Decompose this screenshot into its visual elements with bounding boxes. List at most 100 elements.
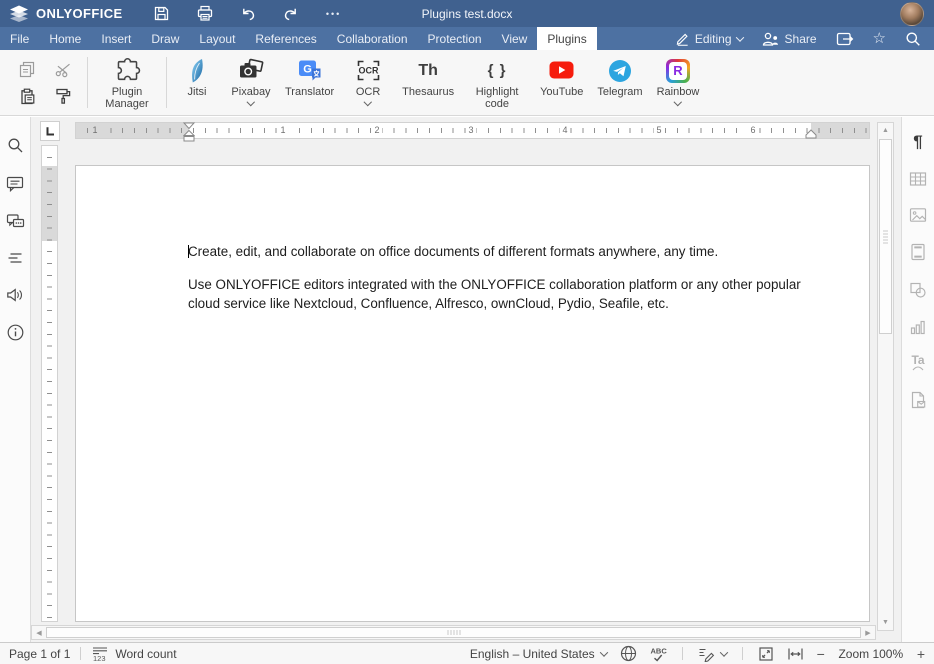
- horizontal-scroll-thumb[interactable]: [46, 627, 861, 638]
- plugin-label: YouTube: [540, 86, 583, 98]
- page-number-label: Page 1 of 1: [9, 647, 70, 661]
- app-logo[interactable]: ONLYOFFICE: [9, 5, 123, 23]
- mail-merge-settings-icon[interactable]: [909, 391, 927, 409]
- text-art-settings-icon[interactable]: Ta: [911, 355, 924, 371]
- highlight-code-icon: { }: [488, 55, 507, 86]
- user-avatar[interactable]: [900, 2, 924, 26]
- paragraph[interactable]: Create, edit, and collaborate on office …: [188, 242, 810, 261]
- plugin-manager-button[interactable]: Plugin Manager: [91, 50, 163, 115]
- menu-insert[interactable]: Insert: [91, 27, 141, 50]
- chevron-down-icon: [364, 98, 372, 106]
- plugin-button-telegram[interactable]: Telegram: [590, 50, 649, 115]
- word-count-label: Word count: [115, 647, 176, 661]
- document-language-selector[interactable]: English – United States: [470, 647, 607, 661]
- ruler-number: 1: [89, 124, 100, 137]
- vertical-scroll-thumb[interactable]: [879, 139, 892, 334]
- document-page[interactable]: Create, edit, and collaborate on office …: [75, 165, 870, 622]
- track-changes-icon: [698, 646, 715, 662]
- plugin-label: Translator: [285, 86, 334, 98]
- vertical-ruler[interactable]: [41, 145, 58, 622]
- scroll-up-arrow-icon[interactable]: ▲: [878, 123, 893, 138]
- plugin-button-pixabay[interactable]: Pixabay: [224, 50, 278, 115]
- navigation-headings-icon[interactable]: [7, 251, 24, 265]
- image-settings-icon[interactable]: [909, 207, 927, 223]
- ruler-ticks: [47, 146, 52, 621]
- open-file-location-button[interactable]: [836, 31, 854, 47]
- menu-collaboration[interactable]: Collaboration: [327, 27, 418, 50]
- zoom-in-button[interactable]: +: [917, 646, 925, 662]
- plugin-button-jitsi[interactable]: Jitsi: [170, 50, 224, 115]
- chat-icon[interactable]: [6, 213, 25, 230]
- cut-icon[interactable]: [54, 60, 72, 78]
- zoom-out-button[interactable]: −: [817, 646, 825, 662]
- menu-file[interactable]: File: [0, 27, 39, 50]
- plugin-button-translator[interactable]: G Translator: [278, 50, 341, 115]
- paragraph-settings-icon[interactable]: ¶: [913, 133, 922, 151]
- plugin-button-thesaurus[interactable]: Th Thesaurus: [395, 50, 461, 115]
- paragraph[interactable]: Use ONLYOFFICE editors integrated with t…: [188, 275, 810, 313]
- scroll-right-arrow-icon[interactable]: ▶: [861, 626, 875, 639]
- plugin-label: Pixabay: [231, 86, 270, 98]
- fit-to-page-button[interactable]: [758, 646, 774, 662]
- plugin-button-highlight-code[interactable]: { } Highlight code: [461, 50, 533, 115]
- svg-text:ABC: ABC: [650, 646, 667, 655]
- format-painter-icon[interactable]: [54, 87, 72, 105]
- right-indent-marker[interactable]: [805, 129, 817, 139]
- save-button[interactable]: [153, 5, 171, 23]
- toolbar-divider: [166, 57, 167, 108]
- word-count-button[interactable]: 123 Word count: [91, 646, 176, 662]
- plugin-button-youtube[interactable]: YouTube: [533, 50, 590, 115]
- scroll-left-arrow-icon[interactable]: ◀: [32, 626, 46, 639]
- editing-mode-label: Editing: [695, 32, 732, 46]
- ruler-number: 5: [653, 124, 664, 137]
- undo-button[interactable]: [239, 5, 257, 23]
- share-button[interactable]: Share: [762, 32, 817, 46]
- plugin-label: Telegram: [597, 86, 642, 98]
- spell-check-icon[interactable]: ABC: [650, 646, 667, 662]
- more-actions-button[interactable]: •••: [325, 5, 343, 23]
- menu-view[interactable]: View: [492, 27, 538, 50]
- set-language-globe-icon[interactable]: [620, 645, 637, 662]
- plugin-button-rainbow[interactable]: R Rainbow: [650, 50, 707, 115]
- chart-settings-icon[interactable]: [909, 319, 927, 335]
- menu-layout[interactable]: Layout: [189, 27, 245, 50]
- favorite-star-icon[interactable]: ☆: [873, 31, 886, 46]
- editing-mode-button[interactable]: Editing: [675, 31, 743, 46]
- horizontal-ruler[interactable]: 1 1 2 3 4 5 6: [75, 122, 870, 139]
- page-number-indicator[interactable]: Page 1 of 1: [9, 647, 70, 661]
- indent-markers[interactable]: [183, 122, 195, 144]
- track-changes-button[interactable]: [698, 646, 727, 662]
- svg-text:123: 123: [93, 654, 106, 662]
- menu-protection[interactable]: Protection: [418, 27, 492, 50]
- copy-icon[interactable]: [18, 60, 36, 78]
- print-button[interactable]: [196, 5, 214, 23]
- paste-icon[interactable]: [18, 87, 36, 105]
- ruler-number: 3: [465, 124, 476, 137]
- vertical-scrollbar[interactable]: ▲ ▼: [877, 122, 894, 631]
- table-settings-icon[interactable]: [909, 171, 927, 187]
- plugin-label: Highlight code: [468, 86, 526, 110]
- chevron-down-icon: [735, 33, 743, 41]
- document-text[interactable]: Create, edit, and collaborate on office …: [188, 242, 810, 327]
- jitsi-icon: [186, 55, 208, 86]
- menu-home[interactable]: Home: [39, 27, 91, 50]
- search-button[interactable]: [905, 31, 921, 47]
- menu-bar: File Home Insert Draw Layout References …: [0, 27, 934, 50]
- fit-to-width-button[interactable]: [787, 647, 804, 661]
- header-footer-settings-icon[interactable]: [910, 243, 926, 261]
- redo-button[interactable]: [282, 5, 300, 23]
- feedback-icon[interactable]: [6, 286, 24, 303]
- plugin-button-ocr[interactable]: OCR OCR: [341, 50, 395, 115]
- about-icon[interactable]: [7, 324, 24, 341]
- statusbar-divider: [742, 647, 743, 660]
- scroll-down-arrow-icon[interactable]: ▼: [878, 615, 893, 630]
- comments-icon[interactable]: [6, 175, 24, 192]
- find-icon[interactable]: [7, 137, 24, 154]
- menu-references[interactable]: References: [245, 27, 326, 50]
- shape-settings-icon[interactable]: [909, 281, 927, 299]
- horizontal-scrollbar[interactable]: ◀ ▶: [31, 625, 876, 640]
- tab-stop-selector[interactable]: [40, 121, 60, 141]
- menu-plugins-active-tab[interactable]: Plugins: [537, 27, 596, 50]
- menu-draw[interactable]: Draw: [141, 27, 189, 50]
- left-panel: [0, 117, 31, 642]
